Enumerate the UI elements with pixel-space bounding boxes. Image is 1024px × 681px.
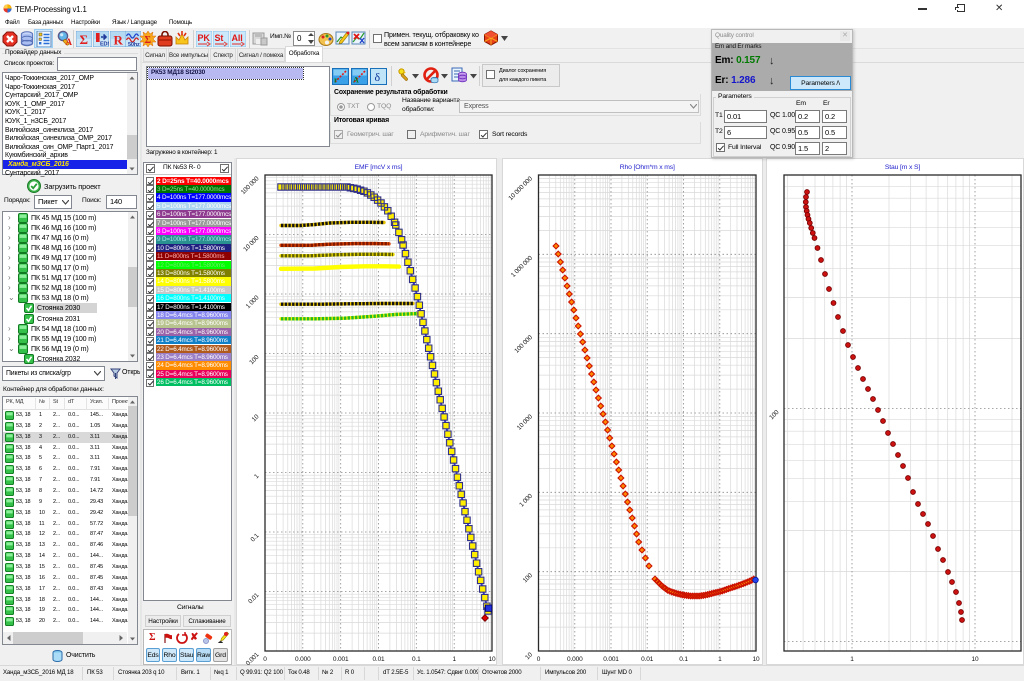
svg-text:0.001: 0.001 <box>603 656 619 663</box>
svg-text:0.01: 0.01 <box>372 656 385 663</box>
svg-text:r: r <box>334 76 338 85</box>
svg-text:50hz: 50hz <box>128 42 140 47</box>
svg-text:100: 100 <box>522 572 535 585</box>
svg-text:R: R <box>114 33 124 48</box>
svg-text:0.1: 0.1 <box>412 656 421 663</box>
svg-text:St: St <box>215 33 224 43</box>
svg-text:10 000 000: 10 000 000 <box>507 175 534 202</box>
svg-text:10: 10 <box>524 651 534 661</box>
svg-text:δ: δ <box>375 70 381 84</box>
svg-text:1: 1 <box>253 473 261 481</box>
svg-text:10 000: 10 000 <box>242 235 261 254</box>
svg-text:0.1: 0.1 <box>249 532 260 543</box>
svg-text:0.000: 0.000 <box>295 656 311 663</box>
svg-text:0.001: 0.001 <box>333 656 349 663</box>
svg-text:10: 10 <box>489 656 496 663</box>
svg-text:1 000 000: 1 000 000 <box>510 254 535 279</box>
svg-text:EMF [mcV x ms]: EMF [mcV x ms] <box>355 164 403 171</box>
svg-text:0: 0 <box>537 656 541 663</box>
svg-text:10 000: 10 000 <box>516 413 535 432</box>
svg-text:10: 10 <box>972 656 979 663</box>
svg-text:100 000: 100 000 <box>513 334 534 355</box>
svg-text:100: 100 <box>768 409 781 422</box>
svg-text:100 000: 100 000 <box>240 175 261 196</box>
svg-text:Rho [Ohm*m x ms]: Rho [Ohm*m x ms] <box>620 164 675 171</box>
svg-text:1: 1 <box>850 656 854 663</box>
svg-text:0.01: 0.01 <box>641 656 654 663</box>
svg-text:10: 10 <box>753 656 760 663</box>
svg-text:1 000: 1 000 <box>518 492 534 508</box>
svg-text:All: All <box>232 33 243 43</box>
svg-text:10: 10 <box>251 413 261 423</box>
svg-text:Stau [m x S]: Stau [m x S] <box>885 164 920 171</box>
svg-text:0: 0 <box>263 656 267 663</box>
svg-text:0.001: 0.001 <box>245 651 261 665</box>
svg-text:0.01: 0.01 <box>247 592 261 606</box>
svg-text:Σ: Σ <box>80 32 88 47</box>
svg-text:0.1: 0.1 <box>679 656 688 663</box>
svg-text:EDS: EDS <box>100 42 109 48</box>
svg-text:A: A <box>66 37 73 46</box>
svg-text:1: 1 <box>718 656 722 663</box>
svg-text:A: A <box>353 76 359 85</box>
svg-text:Σ: Σ <box>145 35 152 46</box>
svg-text:0.000: 0.000 <box>567 656 583 663</box>
svg-text:PK: PK <box>198 33 211 43</box>
svg-text:1 000: 1 000 <box>245 294 261 310</box>
svg-text:1: 1 <box>452 656 456 663</box>
svg-text:100: 100 <box>248 354 261 367</box>
